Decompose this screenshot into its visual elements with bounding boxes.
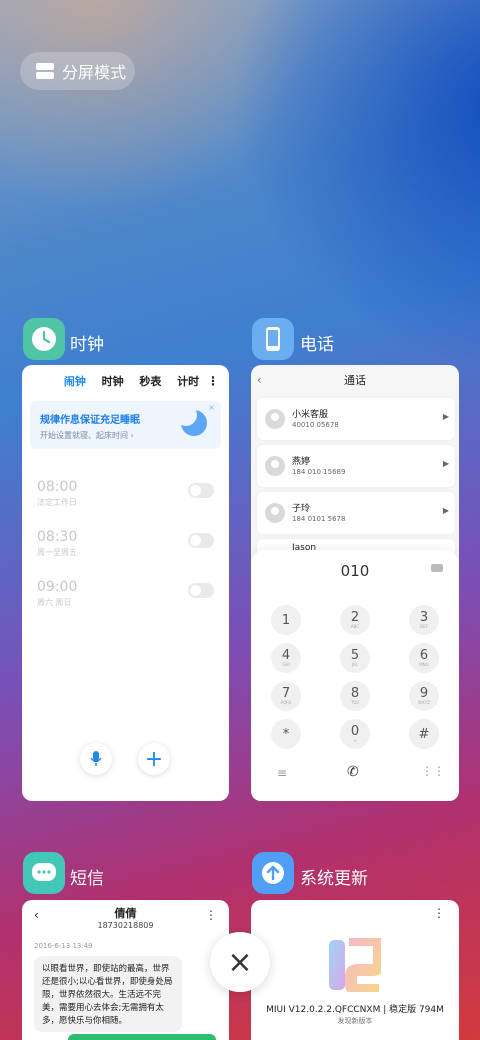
contact-row[interactable]: 子玲 184 0101 5678 ▶ [257,492,455,534]
avatar [265,456,285,476]
dial-key-3[interactable]: 3 DEF [409,605,439,635]
call-icon[interactable]: ✆ [347,764,359,780]
dial-key-9[interactable]: 9 WXYZ [409,681,439,711]
dial-key-7[interactable]: 7 PQRS [271,681,301,711]
alarm-item[interactable]: 09:00 周六 周日 [37,579,77,608]
alarm-repeat: 周六 周日 [37,598,72,607]
alarm-item[interactable]: 08:00 法定工作日 [37,479,77,508]
contact-number: 40010 05678 [292,421,339,429]
clock-app-card[interactable]: 闹钟 时钟 秒表 计时 ⋮ 规律作息保证充足睡眠 开始设置就寝、起床时间 › ×… [22,365,229,801]
dialed-number: 010 [340,562,370,580]
phone-app-name: 电话 [300,335,334,355]
tab-timer[interactable]: 计时 [169,373,207,389]
alarm-toggle[interactable] [188,483,214,498]
more-icon[interactable]: ⋮ [433,906,445,920]
alarm-toggle[interactable] [188,583,214,598]
more-icon[interactable]: ⋮ [207,374,219,388]
clock-tab-bar: 闹钟 时钟 秒表 计时 ⋮ [22,365,229,397]
tab-alarm[interactable]: 闹钟 [56,373,94,389]
dial-key-4[interactable]: 4 GHI [271,643,301,673]
alarm-item[interactable]: 08:30 周一至周五 [37,529,77,558]
tab-stopwatch[interactable]: 秒表 [132,373,170,389]
play-arrow-icon[interactable]: ▶ [443,459,449,468]
alarm-time: 08:30 [37,529,78,545]
dial-key-8[interactable]: 8 TUV [340,681,370,711]
voice-button[interactable] [80,743,112,775]
contact-row[interactable]: 燕婷 184 010 15689 ▶ [257,445,455,487]
alarm-repeat: 周一至周五 [37,548,77,557]
tab-clock[interactable]: 时钟 [94,373,132,389]
split-screen-icon [36,63,54,79]
message-bubble[interactable]: 以眼看世界，即使站的最高，世界还是很小;以心看世界，即使身处局限，世界依然很大。… [34,956,182,1032]
dial-key-6[interactable]: 6 MNO [409,643,439,673]
clear-all-button[interactable]: × [210,932,270,992]
dialpad: 010 1 2 ABC 3 DEF 4 GHI 5 JKL 6 MNO 7 PQRS 8 TU… [251,550,459,801]
add-alarm-button[interactable]: + [138,743,170,775]
alarm-toggle[interactable] [188,533,214,548]
phone-header: ‹ 通话 [251,365,459,395]
moon-icon [175,404,207,436]
split-screen-label: 分屏模式 [62,63,127,82]
dial-key-5[interactable]: 5 JKL [340,643,370,673]
split-screen-button[interactable]: 分屏模式 [20,52,135,90]
contact-number: 184 0101 5678 [292,515,346,523]
avatar [265,503,285,523]
miui12-logo-icon [329,938,381,992]
message-timestamp: 2016-6-13 13:49 [34,942,93,950]
contact-number: 184 010 15689 [292,468,346,476]
contact-row[interactable]: 小米客服 40010 05678 ▶ [257,398,455,440]
more-icon[interactable]: ⋮ [205,908,217,922]
dial-key-star[interactable]: * [271,719,301,749]
play-arrow-icon[interactable]: ▶ [443,412,449,421]
phone-header-title: 通话 [344,374,366,387]
dial-key-1[interactable]: 1 [271,605,301,635]
phone-app-icon[interactable] [252,318,294,360]
back-icon[interactable]: ‹ [34,908,39,922]
conversation-contact-name: 倩倩 [114,907,137,920]
update-version: MIUI V12.0.2.2.QFCCNXM | 稳定版 794M [266,1005,444,1015]
conversation-contact-number: 18730218809 [97,921,154,930]
backspace-icon[interactable] [431,564,443,572]
send-bar[interactable] [68,1034,216,1040]
update-app-card[interactable]: ⋮ MIUI V12.0.2.2.QFCCNXM | 稳定版 794M 发现新版… [251,900,459,1040]
messages-app-name: 短信 [70,869,104,889]
clock-app-icon[interactable] [23,318,65,360]
messages-app-card[interactable]: ‹ 倩倩 18730218809 ⋮ 2016-6-13 13:49 以眼看世界… [22,900,229,1040]
sleep-banner[interactable]: 规律作息保证充足睡眠 开始设置就寝、起床时间 › × [30,401,221,449]
update-app-name: 系统更新 [300,869,368,889]
contact-name: 燕婷 [292,457,311,467]
dial-key-2[interactable]: 2 ABC [340,605,370,635]
play-arrow-icon[interactable]: ▶ [443,506,449,515]
microphone-icon [90,751,102,766]
phone-app-card[interactable]: ‹ 通话 小米客服 40010 05678 ▶ 燕婷 184 010 15689… [251,365,459,801]
dial-key-hash[interactable]: # [409,719,439,749]
update-app-icon[interactable] [252,852,294,894]
back-icon[interactable]: ‹ [257,373,262,387]
close-icon[interactable]: × [208,403,215,412]
alarm-repeat: 法定工作日 [37,498,77,507]
conversation-header: ‹ 倩倩 18730218809 ⋮ [22,900,229,934]
alarm-time: 09:00 [37,579,78,595]
avatar [265,409,285,429]
alarm-time: 08:00 [37,479,78,495]
contact-name: 小米客服 [292,410,329,420]
menu-icon[interactable]: ≡ [277,766,287,780]
dial-key-0[interactable]: 0 + [340,719,370,749]
update-status: 发现新版本 [337,1017,373,1025]
messages-app-icon[interactable] [23,852,65,894]
contact-name: 子玲 [292,504,311,514]
keypad-icon[interactable]: ⋮⋮ [421,764,445,778]
clock-app-name: 时钟 [70,335,104,355]
